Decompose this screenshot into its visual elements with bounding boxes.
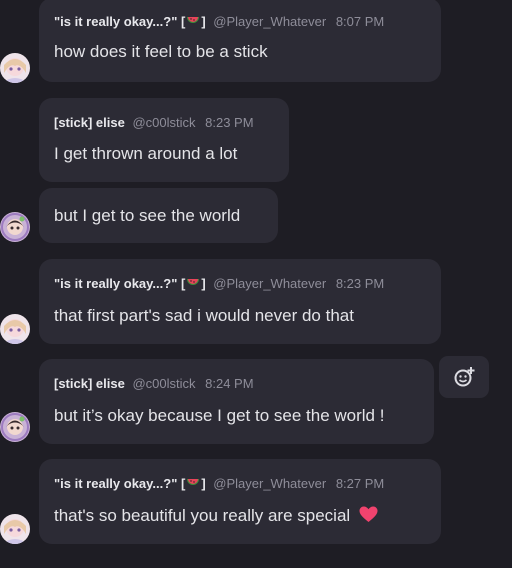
- message-text: I get thrown around a lot: [54, 144, 238, 163]
- timestamp: 8:24 PM: [205, 376, 254, 391]
- watermelon-icon: [186, 477, 200, 493]
- avatar-player-whatever[interactable]: [0, 53, 30, 83]
- author-name[interactable]: "is it really okay...?" [: [54, 14, 185, 29]
- message-bubble[interactable]: [stick] elise @c00lstick 8:24 PM but it’…: [39, 359, 434, 444]
- author-handle[interactable]: @Player_Whatever: [213, 476, 326, 491]
- author-handle[interactable]: @c00lstick: [132, 376, 195, 391]
- message-bubble[interactable]: "is it really okay...?" [] @Player_Whate…: [39, 0, 441, 82]
- author-name-end: ]: [201, 14, 206, 29]
- timestamp: 8:23 PM: [335, 276, 385, 291]
- message-bubble[interactable]: [stick] elise @c00lstick 8:23 PM I get t…: [39, 98, 289, 182]
- avatar-player-whatever[interactable]: [0, 514, 30, 544]
- watermelon-icon: [186, 277, 200, 293]
- avatar-elise[interactable]: [0, 412, 30, 442]
- message-text: how does it feel to be a stick: [54, 42, 268, 61]
- author-name[interactable]: [stick] elise: [54, 376, 125, 391]
- timestamp: 8:07 PM: [335, 14, 385, 29]
- author-name[interactable]: "is it really okay...?" [: [54, 276, 185, 291]
- timestamp: 8:27 PM: [335, 476, 385, 491]
- message-bubble[interactable]: but I get to see the world: [39, 188, 278, 243]
- message-text-content: that's so beautiful you really are speci…: [54, 506, 351, 525]
- message-header: [stick] elise @c00lstick 8:23 PM: [54, 115, 254, 130]
- add-reaction-button[interactable]: [439, 356, 489, 398]
- message-text: that first part's sad i would never do t…: [54, 306, 354, 325]
- message-bubble[interactable]: "is it really okay...?" [] @Player_Whate…: [39, 259, 441, 344]
- add-reaction-icon: [453, 366, 475, 393]
- author-name-end: ]: [201, 276, 206, 291]
- author-handle[interactable]: @Player_Whatever: [213, 276, 326, 291]
- message-header: "is it really okay...?" [] @Player_Whate…: [54, 476, 384, 493]
- author-name[interactable]: [stick] elise: [54, 115, 125, 130]
- message-text: but it’s okay because I get to see the w…: [54, 406, 385, 425]
- author-name-end: ]: [201, 476, 206, 491]
- message-header: "is it really okay...?" [] @Player_Whate…: [54, 276, 384, 293]
- avatar-elise[interactable]: [0, 212, 30, 242]
- author-handle[interactable]: @Player_Whatever: [213, 14, 326, 29]
- message-text: that's so beautiful you really are speci…: [54, 506, 378, 528]
- avatar-player-whatever[interactable]: [0, 314, 30, 344]
- author-handle[interactable]: @c00lstick: [132, 115, 195, 130]
- message-text: but I get to see the world: [54, 206, 241, 225]
- heart-icon: [359, 506, 378, 528]
- watermelon-icon: [186, 15, 200, 31]
- timestamp: 8:23 PM: [205, 115, 254, 130]
- message-header: [stick] elise @c00lstick 8:24 PM: [54, 376, 254, 391]
- author-name[interactable]: "is it really okay...?" [: [54, 476, 185, 491]
- message-bubble[interactable]: "is it really okay...?" [] @Player_Whate…: [39, 459, 441, 544]
- message-header: "is it really okay...?" [] @Player_Whate…: [54, 14, 384, 31]
